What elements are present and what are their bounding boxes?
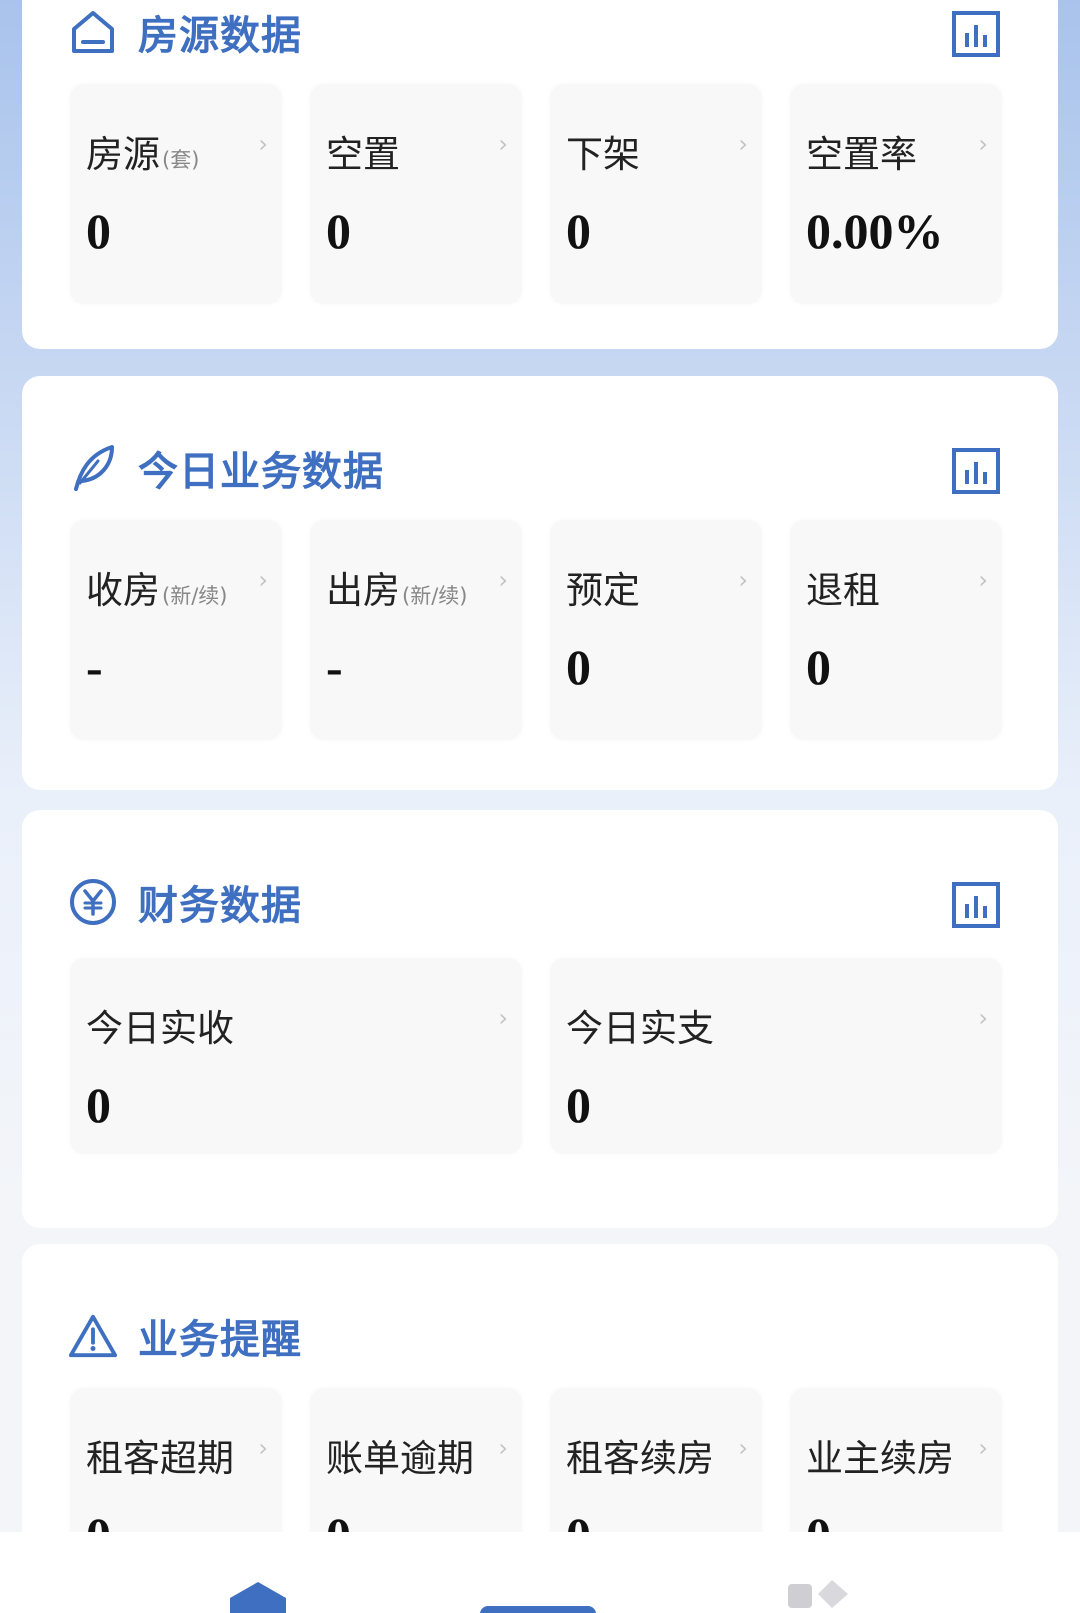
stat-tile-reserve[interactable]: 预定 › 0 bbox=[550, 520, 762, 740]
tile-value: 0 bbox=[566, 639, 591, 695]
tab-apps-icon[interactable] bbox=[786, 1578, 856, 1613]
bar-chart-icon[interactable] bbox=[952, 882, 1000, 928]
feather-icon bbox=[68, 443, 118, 493]
today-card: 今日业务数据 收房(新/续) › - 出房(新/续) › - 预定 › 0 退租… bbox=[22, 376, 1058, 790]
stat-tile-vacancy-rate[interactable]: 空置率 › 0.00% bbox=[790, 84, 1002, 304]
tile-value: - bbox=[86, 639, 103, 695]
tile-label: 下架 bbox=[566, 133, 640, 176]
today-header: 今日业务数据 bbox=[68, 438, 384, 498]
stat-tile-rooms[interactable]: 房源(套) › 0 bbox=[70, 84, 282, 304]
tile-label: 租客超期 bbox=[86, 1437, 234, 1480]
chevron-right-icon: › bbox=[498, 1434, 508, 1462]
stat-tile-delisted[interactable]: 下架 › 0 bbox=[550, 84, 762, 304]
section-title: 今日业务数据 bbox=[138, 449, 384, 495]
tile-label: 账单逾期 bbox=[326, 1437, 474, 1480]
tile-value: 0 bbox=[566, 1077, 591, 1133]
tile-label: 空置率 bbox=[806, 133, 917, 176]
tile-value: 0 bbox=[806, 639, 831, 695]
chevron-right-icon: › bbox=[738, 566, 748, 594]
reminders-header: 业务提醒 bbox=[68, 1306, 302, 1366]
house-icon bbox=[68, 7, 118, 57]
chevron-right-icon: › bbox=[498, 566, 508, 594]
warning-icon bbox=[68, 1311, 118, 1361]
tile-label: 房源(套) bbox=[86, 133, 200, 176]
yuan-icon bbox=[68, 877, 118, 927]
tile-label: 今日实收 bbox=[86, 1007, 234, 1050]
tile-label: 租客续房 bbox=[566, 1437, 714, 1480]
finance-header: 财务数据 bbox=[68, 872, 302, 932]
stat-tile-income-today[interactable]: 今日实收 › 0 bbox=[70, 958, 522, 1154]
chevron-right-icon: › bbox=[738, 1434, 748, 1462]
chevron-right-icon: › bbox=[738, 130, 748, 158]
chevron-right-icon: › bbox=[978, 1434, 988, 1462]
tile-label: 退租 bbox=[806, 569, 880, 612]
chevron-right-icon: › bbox=[978, 130, 988, 158]
tab-home-icon[interactable] bbox=[228, 1582, 288, 1613]
tile-value: 0.00% bbox=[806, 203, 944, 259]
section-title: 业务提醒 bbox=[138, 1317, 302, 1363]
chevron-right-icon: › bbox=[978, 1004, 988, 1032]
chevron-right-icon: › bbox=[978, 566, 988, 594]
tile-label: 业主续房 bbox=[806, 1437, 954, 1480]
bar-chart-icon[interactable] bbox=[952, 11, 1000, 57]
housing-header: 房源数据 bbox=[68, 2, 302, 62]
tile-value: - bbox=[326, 639, 343, 695]
chevron-right-icon: › bbox=[258, 566, 268, 594]
tile-label: 空置 bbox=[326, 133, 400, 176]
tile-value: 0 bbox=[86, 203, 111, 259]
stat-tile-checkout[interactable]: 退租 › 0 bbox=[790, 520, 1002, 740]
tile-value: 0 bbox=[86, 1077, 111, 1133]
stat-tile-vacant[interactable]: 空置 › 0 bbox=[310, 84, 522, 304]
bar-chart-icon[interactable] bbox=[952, 448, 1000, 494]
stat-tile-take-in[interactable]: 收房(新/续) › - bbox=[70, 520, 282, 740]
chevron-right-icon: › bbox=[498, 130, 508, 158]
finance-card: 财务数据 今日实收 › 0 今日实支 › 0 bbox=[22, 810, 1058, 1228]
tab-center-icon[interactable] bbox=[480, 1602, 596, 1613]
section-title: 财务数据 bbox=[138, 883, 302, 929]
section-title: 房源数据 bbox=[138, 13, 302, 59]
tile-label: 出房(新/续) bbox=[326, 569, 468, 612]
stat-tile-expense-today[interactable]: 今日实支 › 0 bbox=[550, 958, 1002, 1154]
tile-value: 0 bbox=[566, 203, 591, 259]
tile-label: 今日实支 bbox=[566, 1007, 714, 1050]
tile-value: 0 bbox=[326, 203, 351, 259]
tile-label: 预定 bbox=[566, 569, 640, 612]
stat-tile-rent-out[interactable]: 出房(新/续) › - bbox=[310, 520, 522, 740]
chevron-right-icon: › bbox=[498, 1004, 508, 1032]
chevron-right-icon: › bbox=[258, 130, 268, 158]
chevron-right-icon: › bbox=[258, 1434, 268, 1462]
tile-label: 收房(新/续) bbox=[86, 569, 228, 612]
housing-card: 房源数据 房源(套) › 0 空置 › 0 下架 › 0 空置率 › 0.00% bbox=[22, 0, 1058, 349]
bottom-tab-bar bbox=[0, 1532, 1080, 1613]
